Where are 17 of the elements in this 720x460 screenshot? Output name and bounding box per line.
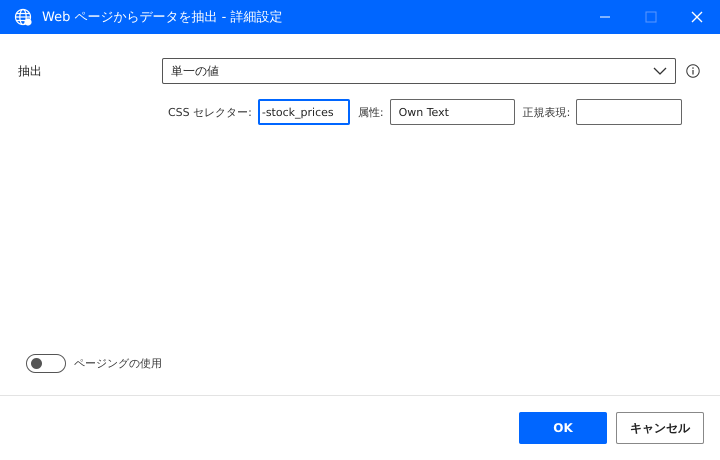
chevron-icon bbox=[653, 67, 667, 75]
ok-button[interactable]: OK bbox=[519, 412, 607, 444]
globe-icon bbox=[14, 8, 32, 26]
info-icon[interactable] bbox=[686, 64, 700, 78]
field-label: 属性: bbox=[358, 104, 384, 120]
input-field[interactable] bbox=[576, 99, 682, 125]
input-field[interactable]: -stock_prices bbox=[258, 99, 350, 125]
field-label: 正規表現: bbox=[522, 104, 570, 120]
field-label: CSS セレクター: bbox=[168, 104, 252, 120]
window-title: Web ページからデータを抽出 - 詳細設定 bbox=[42, 9, 284, 26]
input-field[interactable]: Own Text bbox=[390, 99, 515, 125]
close-icon[interactable] bbox=[691, 11, 703, 23]
toggle-switch[interactable] bbox=[26, 354, 66, 373]
toggle-label: ページングの使用 bbox=[74, 356, 162, 371]
field-label: 抽出 bbox=[18, 62, 43, 80]
cancel-button[interactable]: キャンセル bbox=[616, 412, 704, 444]
extract-dropdown[interactable]: 単一の値 bbox=[162, 58, 676, 84]
